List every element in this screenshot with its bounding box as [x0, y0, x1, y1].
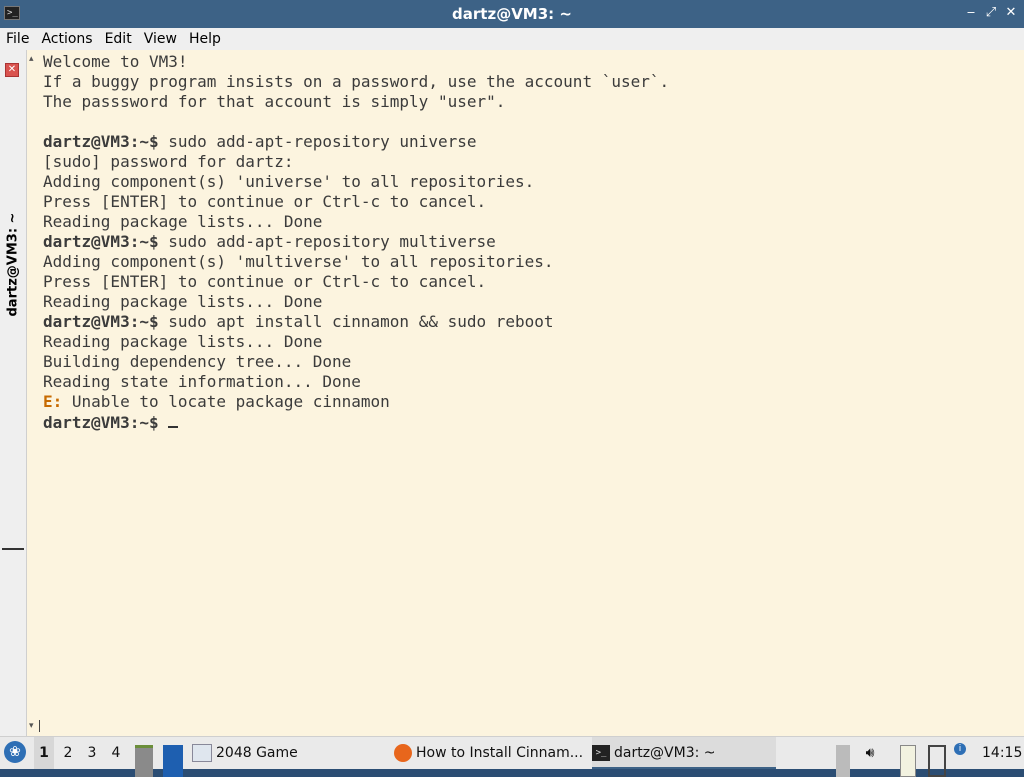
motd-line: If a buggy program insists on a password…	[43, 72, 670, 91]
output-line: Press [ENTER] to continue or Ctrl-c to c…	[43, 272, 487, 291]
clipboard-icon[interactable]	[836, 745, 850, 777]
network-icon[interactable]	[928, 745, 946, 777]
output-line: Reading package lists... Done	[43, 332, 323, 351]
desktop-2-button[interactable]: 2	[58, 737, 78, 769]
maximize-icon[interactable]: ⤢	[982, 4, 1000, 22]
notes-icon[interactable]	[900, 745, 916, 777]
window-title: dartz@VM3: ~	[452, 5, 572, 23]
task-label: How to Install Cinnam...	[416, 745, 584, 761]
command: sudo add-apt-repository multiverse	[168, 232, 496, 251]
command: sudo add-apt-repository universe	[168, 132, 477, 151]
output-line: [sudo] password for dartz:	[43, 152, 294, 171]
output-line: Adding component(s) 'multiverse' to all …	[43, 252, 554, 271]
task-terminal[interactable]: >_ dartz@VM3: ~	[592, 737, 776, 769]
motd-line: Welcome to VM3!	[43, 52, 188, 71]
minimize-icon[interactable]: ‒	[962, 4, 980, 22]
taskbar: ❀ 1 2 3 4 2048 Game How to Install Cinna…	[0, 736, 1024, 777]
prompt: dartz@VM3:~$	[43, 413, 159, 432]
prompt: dartz@VM3:~$	[43, 132, 159, 151]
output-line: Reading package lists... Done	[43, 292, 323, 311]
motd-line: The passsword for that account is simply…	[43, 92, 506, 111]
task-label: 2048 Game	[216, 745, 298, 761]
start-menu-icon[interactable]: ❀	[4, 741, 26, 763]
command: sudo apt install cinnamon && sudo reboot	[168, 312, 554, 331]
output-line: Building dependency tree... Done	[43, 352, 352, 371]
output-line: Reading package lists... Done	[43, 212, 323, 231]
output-line: Adding component(s) 'universe' to all re…	[43, 172, 535, 191]
close-icon[interactable]: ✕	[1002, 4, 1020, 22]
output-line: Reading state information... Done	[43, 372, 361, 391]
menu-help[interactable]: Help	[183, 28, 227, 48]
tab-strip: ✕ dartz@VM3: ~	[0, 50, 27, 736]
window-titlebar[interactable]: >_ dartz@VM3: ~ ‒ ⤢ ✕	[0, 0, 1024, 28]
desktop-3-button[interactable]: 3	[82, 737, 102, 769]
prompt: dartz@VM3:~$	[43, 232, 159, 251]
show-desktop-icon[interactable]	[163, 745, 183, 777]
tab-label[interactable]: dartz@VM3: ~	[6, 213, 21, 317]
scroll-up-arrow-icon[interactable]: ▴	[29, 54, 39, 64]
terminal-output[interactable]: Welcome to VM3! If a buggy program insis…	[43, 52, 669, 433]
prompt: dartz@VM3:~$	[43, 312, 159, 331]
desktop-4-button[interactable]: 4	[106, 737, 126, 769]
task-browser[interactable]: How to Install Cinnam...	[394, 737, 586, 769]
menu-actions[interactable]: Actions	[35, 28, 98, 48]
menu-edit[interactable]: Edit	[99, 28, 138, 48]
task-label: dartz@VM3: ~	[614, 745, 716, 761]
terminal-area[interactable]: ▴ Welcome to VM3! If a buggy program ins…	[27, 50, 1024, 736]
menu-bar: File Actions Edit View Help	[0, 28, 1024, 51]
volume-icon[interactable]: 🔊︎	[862, 745, 878, 777]
window-icon	[192, 744, 212, 762]
terminal-icon: >_	[592, 745, 610, 761]
close-tab-icon[interactable]: ✕	[5, 63, 19, 77]
error-message: Unable to locate package cinnamon	[71, 392, 390, 411]
task-2048-game[interactable]: 2048 Game	[192, 737, 382, 769]
menu-view[interactable]: View	[138, 28, 183, 48]
scroll-down-arrow-icon[interactable]: ▾	[29, 720, 40, 732]
file-manager-icon[interactable]	[135, 745, 153, 777]
text-cursor	[168, 412, 179, 428]
error-prefix: E:	[43, 392, 63, 411]
clock[interactable]: 14:15	[982, 737, 1022, 769]
desktop-1-button[interactable]: 1	[34, 737, 54, 769]
output-line: Press [ENTER] to continue or Ctrl-c to c…	[43, 192, 487, 211]
menu-file[interactable]: File	[0, 28, 35, 48]
firefox-icon	[394, 744, 412, 762]
tab-divider	[2, 548, 24, 550]
info-icon[interactable]: i	[954, 743, 966, 755]
